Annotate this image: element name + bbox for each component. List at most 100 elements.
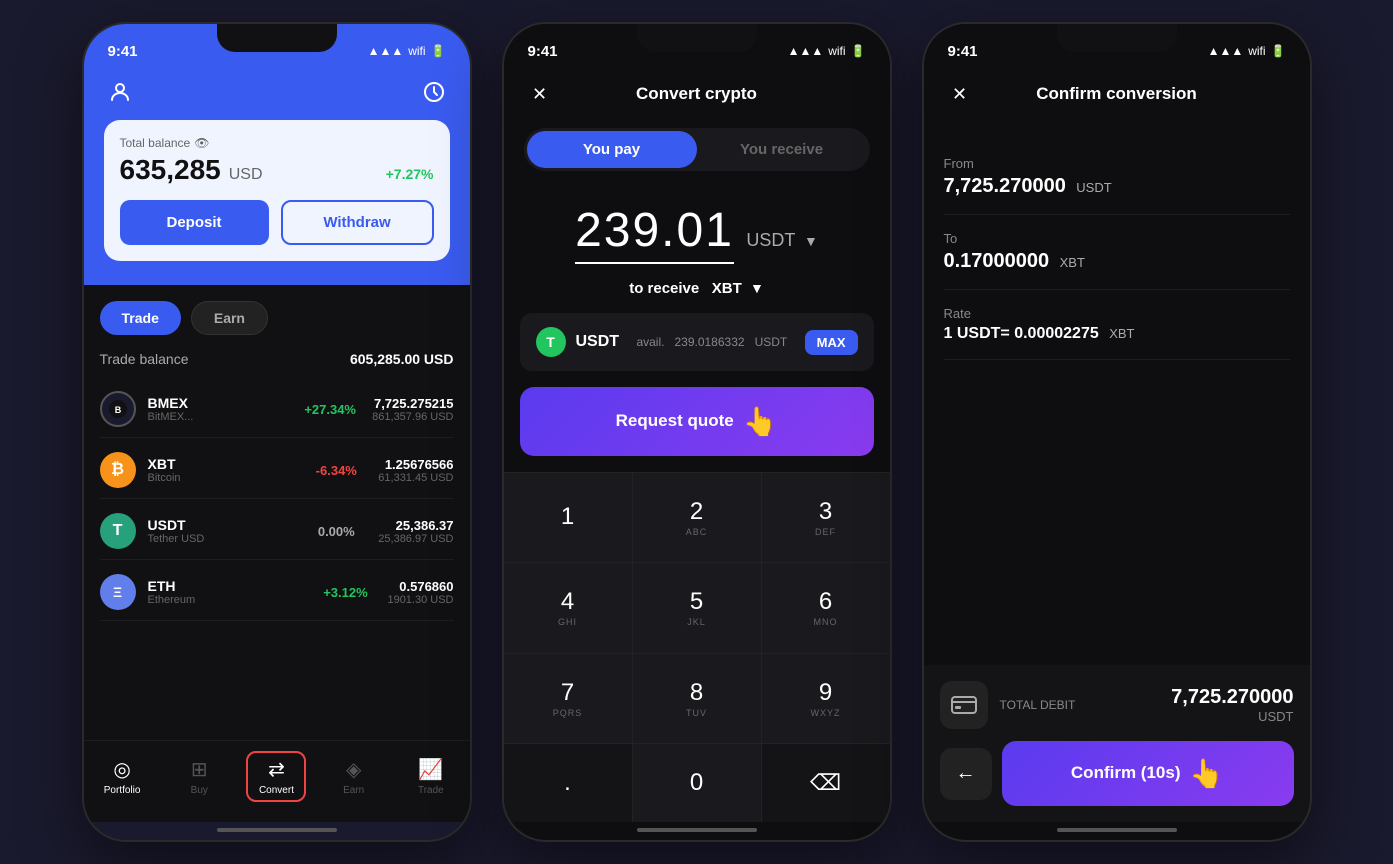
asset-change-eth: +3.12% (315, 585, 375, 600)
currency-chevron[interactable]: ▼ (804, 233, 818, 249)
earn-nav-label: Earn (343, 785, 364, 796)
numpad-1[interactable]: 1 (504, 473, 632, 562)
back-button[interactable]: ← (940, 748, 992, 800)
numpad-6[interactable]: 6 MNO (762, 563, 890, 652)
debit-info: TOTAL DEBIT (1000, 698, 1160, 712)
to-label: To (944, 231, 1290, 246)
asset-name-bmex: BMEX (148, 395, 289, 411)
toggle-tabs: Trade Earn (100, 301, 454, 335)
confirm-content: From 7,725.270000 USDT To 0.17000000 XBT… (924, 120, 1310, 665)
asset-balance-bmex: 7,725.275215 861,357.96 USD (372, 396, 453, 423)
numpad-2[interactable]: 2 ABC (633, 473, 761, 562)
battery-icon-3: 🔋 (1271, 44, 1286, 58)
confirm-footer: TOTAL DEBIT 7,725.270000 USDT ← Confirm … (924, 665, 1310, 822)
you-pay-tab[interactable]: You pay (527, 131, 697, 168)
profile-icon[interactable] (104, 76, 136, 108)
trade-balance-value: 605,285.00 USD (350, 351, 454, 367)
usdt-icon: T (100, 513, 136, 549)
asset-change-xbt: -6.34% (306, 463, 366, 478)
nav-convert[interactable]: ⇄ Convert (246, 751, 306, 802)
phone-confirm: 9:41 ▲▲▲ wifi 🔋 ✕ Confirm conversion Fro… (922, 22, 1312, 842)
numpad: 1 2 ABC 3 DEF 4 GHI 5 JKL 6 MNO 7 PQRS 8 (504, 472, 890, 822)
nav-buy[interactable]: ⊞ Buy (169, 757, 229, 796)
phone-portfolio: 9:41 ▲▲▲ wifi 🔋 Total bala (82, 22, 472, 842)
receive-label: to receive XBT ▼ (504, 272, 890, 313)
signal-icon: ▲▲▲ (368, 44, 404, 58)
close-button-convert[interactable]: ✕ (524, 78, 556, 110)
hero-top (104, 76, 450, 108)
numpad-3[interactable]: 3 DEF (762, 473, 890, 562)
numpad-backspace[interactable]: ⌫ (762, 744, 890, 822)
numpad-dot[interactable]: . (504, 744, 632, 822)
to-field: To 0.17000000 XBT (944, 215, 1290, 290)
currency-row: T USDT avail. 239.0186332 USDT MAX (520, 313, 874, 371)
from-label: From (944, 156, 1290, 171)
amount-currency: USDT ▼ (746, 230, 818, 250)
balance-label: Total balance 👁 (120, 136, 434, 150)
debit-row: TOTAL DEBIT 7,725.270000 USDT (940, 681, 1294, 729)
portfolio-nav-label: Portfolio (104, 785, 141, 796)
trade-nav-icon: 📈 (418, 757, 443, 782)
withdraw-button[interactable]: Withdraw (281, 200, 434, 245)
home-indicator-2 (637, 828, 757, 832)
action-buttons: Deposit Withdraw (120, 200, 434, 245)
confirm-buttons: ← Confirm (10s) 👆 (940, 741, 1294, 806)
nav-portfolio[interactable]: ◎ Portfolio (92, 757, 152, 796)
debit-amount-block: 7,725.270000 USDT (1171, 686, 1293, 724)
balance-card: Total balance 👁 635,285 USD +7.27% Depos… (104, 120, 450, 261)
wifi-icon-3: wifi (1248, 44, 1265, 58)
request-quote-button[interactable]: Request quote 👆 (520, 387, 874, 456)
trade-balance-row: Trade balance 605,285.00 USD (100, 351, 454, 367)
currency-left: T USDT (536, 327, 620, 357)
numpad-7[interactable]: 7 PQRS (504, 654, 632, 743)
content-area: Trade Earn Trade balance 605,285.00 USD … (84, 285, 470, 740)
close-button-confirm[interactable]: ✕ (944, 78, 976, 110)
asset-info-usdt: USDT Tether USD (148, 517, 295, 545)
nav-earn[interactable]: ◈ Earn (324, 757, 384, 796)
numpad-8[interactable]: 8 TUV (633, 654, 761, 743)
table-row[interactable]: ₿ XBT Bitcoin -6.34% 1.25676566 61,331.4… (100, 442, 454, 499)
you-receive-tab[interactable]: You receive (697, 131, 867, 168)
hero-section: Total balance 👁 635,285 USD +7.27% Depos… (84, 68, 470, 285)
battery-icon-2: 🔋 (851, 44, 866, 58)
history-icon[interactable] (418, 76, 450, 108)
table-row[interactable]: T USDT Tether USD 0.00% 25,386.37 25,386… (100, 503, 454, 560)
deposit-button[interactable]: Deposit (120, 200, 269, 245)
balance-row: 635,285 USD +7.27% (120, 154, 434, 186)
modal-header-confirm: ✕ Confirm conversion (924, 68, 1310, 120)
nav-trade[interactable]: 📈 Trade (401, 757, 461, 796)
rate-field: Rate 1 USDT= 0.00002275 XBT (944, 290, 1290, 360)
numpad-4[interactable]: 4 GHI (504, 563, 632, 652)
numpad-5[interactable]: 5 JKL (633, 563, 761, 652)
to-value: 0.17000000 XBT (944, 250, 1290, 273)
notch (217, 24, 337, 52)
table-row[interactable]: B BMEX BitMEX... +27.34% 7,725.275215 86… (100, 381, 454, 438)
confirm-button[interactable]: Confirm (10s) 👆 (1002, 741, 1294, 806)
backspace-icon: ⌫ (810, 770, 841, 796)
usdt-currency-icon: T (536, 327, 566, 357)
earn-tab[interactable]: Earn (191, 301, 268, 335)
balance-amount: 635,285 USD (120, 154, 263, 186)
convert-toggle: You pay You receive (524, 128, 870, 171)
trade-tab[interactable]: Trade (100, 301, 181, 335)
receive-chevron[interactable]: ▼ (750, 280, 764, 296)
numpad-9[interactable]: 9 WXYZ (762, 654, 890, 743)
cursor-hand-icon: 👆 (742, 405, 777, 438)
svg-text:B: B (114, 405, 121, 415)
cursor-hand-confirm: 👆 (1189, 757, 1224, 790)
phone-convert: 9:41 ▲▲▲ wifi 🔋 ✕ Convert crypto You pay… (502, 22, 892, 842)
table-row[interactable]: Ξ ETH Ethereum +3.12% 0.576860 1901.30 U… (100, 564, 454, 621)
avail-text: avail. 239.0186332 USDT (636, 335, 787, 349)
home-indicator-1 (217, 828, 337, 832)
numpad-0[interactable]: 0 (633, 744, 761, 822)
amount-display: 239.01 USDT ▼ (504, 179, 890, 272)
modal-title-confirm: Confirm conversion (1036, 84, 1197, 104)
debit-icon (940, 681, 988, 729)
eye-icon[interactable]: 👁 (194, 136, 209, 150)
signal-icon-3: ▲▲▲ (1208, 44, 1244, 58)
asset-info-eth: ETH Ethereum (148, 578, 304, 606)
status-icons-2: ▲▲▲ wifi 🔋 (788, 44, 866, 58)
asset-balance-eth: 0.576860 1901.30 USD (387, 579, 453, 606)
max-button[interactable]: MAX (805, 330, 858, 355)
convert-nav-label: Convert (259, 785, 294, 796)
